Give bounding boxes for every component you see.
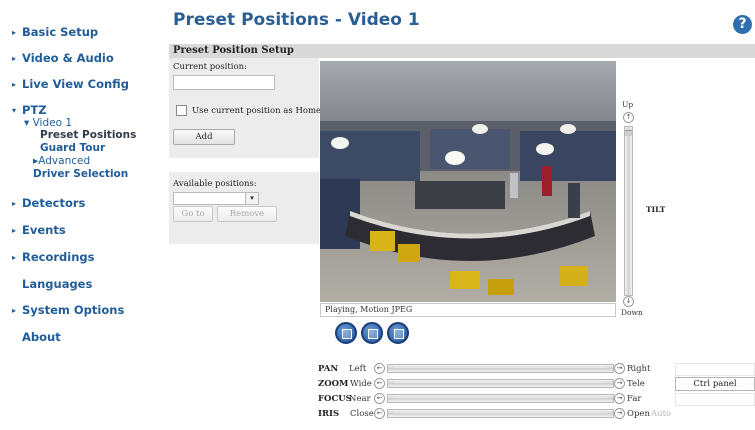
pan-left-arrow-icon[interactable]: ← <box>374 363 385 374</box>
focus-label: FOCUS <box>318 394 352 404</box>
ptz-extra-field <box>675 393 755 406</box>
tilt-down-arrow-icon[interactable]: ↓ <box>623 296 634 307</box>
zoom-slider[interactable] <box>387 379 614 388</box>
nav-label: Detectors <box>22 196 86 210</box>
nav-label: Basic Setup <box>22 25 99 39</box>
remove-button[interactable]: Remove <box>217 206 277 222</box>
slider-groove <box>394 397 607 400</box>
left-navigation: ▸ Basic Setup ▸ Video & Audio ▸ Live View C… <box>0 0 160 430</box>
tilt-up-arrow-icon[interactable]: ↑ <box>623 112 634 123</box>
nav-preset-positions[interactable]: Preset Positions <box>40 129 136 141</box>
chevron-right-icon: ▸ <box>12 28 17 37</box>
current-position-input[interactable] <box>173 75 275 90</box>
zoom-out-arrow-icon[interactable]: ← <box>374 378 385 389</box>
focus-near-arrow-icon[interactable]: ← <box>374 393 385 404</box>
nav-live-view-config[interactable]: ▸ Live View Config <box>12 77 129 91</box>
nav-label: Events <box>22 223 66 237</box>
pan-slider[interactable] <box>387 364 614 373</box>
nav-label: About <box>22 330 61 344</box>
chevron-right-icon: ▸ <box>12 226 17 235</box>
nav-basic-setup[interactable]: ▸ Basic Setup <box>12 25 98 39</box>
tilt-down-label: Down <box>621 308 643 317</box>
slider-groove <box>394 382 607 385</box>
focus-far-arrow-icon[interactable]: → <box>614 393 625 404</box>
video-status-text: Playing, Motion JPEG <box>325 305 413 314</box>
video-status-bar: Playing, Motion JPEG <box>320 303 616 317</box>
zoom-label: ZOOM <box>318 379 349 389</box>
chevron-right-icon: ▸ <box>12 199 17 208</box>
nav-label: PTZ <box>22 103 47 117</box>
focus-near-label: Near <box>349 394 371 404</box>
pan-right-label: Right <box>627 364 651 374</box>
use-as-home-checkbox[interactable] <box>176 105 187 116</box>
pan-left-label: Left <box>349 364 367 374</box>
focus-slider[interactable] <box>387 394 614 403</box>
slider-groove <box>394 367 607 370</box>
current-position-label: Current position: <box>173 62 247 72</box>
pan-label: PAN <box>318 364 339 374</box>
nav-label: Live View Config <box>22 77 129 91</box>
chevron-down-icon: ▾ <box>12 106 17 115</box>
available-positions-label: Available positions: <box>173 179 257 189</box>
live-video-view[interactable] <box>320 61 616 302</box>
help-icon[interactable]: ? <box>733 15 752 34</box>
nav-ptz[interactable]: ▾ PTZ <box>12 103 47 117</box>
slider-groove <box>394 412 607 415</box>
zoom-in-arrow-icon[interactable]: → <box>614 378 625 389</box>
section-title: Preset Position Setup <box>173 45 294 56</box>
dropdown-arrow-icon[interactable]: ▾ <box>245 193 258 204</box>
nav-about[interactable]: About <box>12 330 61 344</box>
stop-button[interactable] <box>335 322 357 344</box>
use-as-home-label: Use current position as Home <box>192 106 322 116</box>
fullscreen-button[interactable] <box>387 322 409 344</box>
available-positions-select[interactable]: ▾ <box>173 192 259 205</box>
iris-open-arrow-icon[interactable]: → <box>614 408 625 419</box>
section-header: Preset Position Setup <box>169 44 755 58</box>
nav-video-audio[interactable]: ▸ Video & Audio <box>12 51 114 65</box>
nav-label: Video & Audio <box>22 51 114 65</box>
nav-label: Languages <box>22 277 93 291</box>
nav-detectors[interactable]: ▸ Detectors <box>12 196 85 210</box>
zoom-tele-label: Tele <box>627 379 645 389</box>
focus-far-label: Far <box>627 394 642 404</box>
nav-label: Recordings <box>22 250 95 264</box>
nav-guard-tour[interactable]: Guard Tour <box>40 142 105 154</box>
nav-languages[interactable]: Languages <box>12 277 92 291</box>
video-frame-image <box>320 61 616 302</box>
nav-events[interactable]: ▸ Events <box>12 223 66 237</box>
iris-close-label: Close <box>350 409 374 419</box>
zoom-wide-label: Wide <box>350 379 372 389</box>
page-title: Preset Positions - Video 1 <box>173 10 420 30</box>
nav-ptz-video-1[interactable]: ▾ Video 1 <box>24 117 72 129</box>
tilt-slider-thumb[interactable] <box>625 130 632 136</box>
ptz-extra-field <box>675 363 755 376</box>
nav-system-options[interactable]: ▸ System Options <box>12 303 124 317</box>
add-button[interactable]: Add <box>173 129 235 145</box>
nav-label: System Options <box>22 303 125 317</box>
iris-close-arrow-icon[interactable]: ← <box>374 408 385 419</box>
iris-label: IRIS <box>318 409 340 419</box>
pan-right-arrow-icon[interactable]: → <box>614 363 625 374</box>
nav-driver-selection[interactable]: Driver Selection <box>33 168 128 180</box>
chevron-right-icon: ▸ <box>12 253 17 262</box>
tilt-up-label: Up <box>622 100 634 109</box>
nav-recordings[interactable]: ▸ Recordings <box>12 250 94 264</box>
ctrl-panel-button[interactable]: Ctrl panel <box>675 377 755 391</box>
tilt-label: TILT <box>646 205 666 214</box>
chevron-right-icon: ▸ <box>12 54 17 63</box>
goto-button[interactable]: Go to <box>173 206 213 222</box>
chevron-right-icon: ▸ <box>12 306 17 315</box>
tilt-slider[interactable] <box>624 126 633 296</box>
chevron-right-icon: ▸ <box>12 80 17 89</box>
snapshot-button[interactable] <box>361 322 383 344</box>
iris-slider[interactable] <box>387 409 614 418</box>
nav-advanced[interactable]: ▸Advanced <box>33 155 90 167</box>
iris-open-label: Open <box>627 409 650 419</box>
iris-auto-label[interactable]: Auto <box>651 409 671 419</box>
